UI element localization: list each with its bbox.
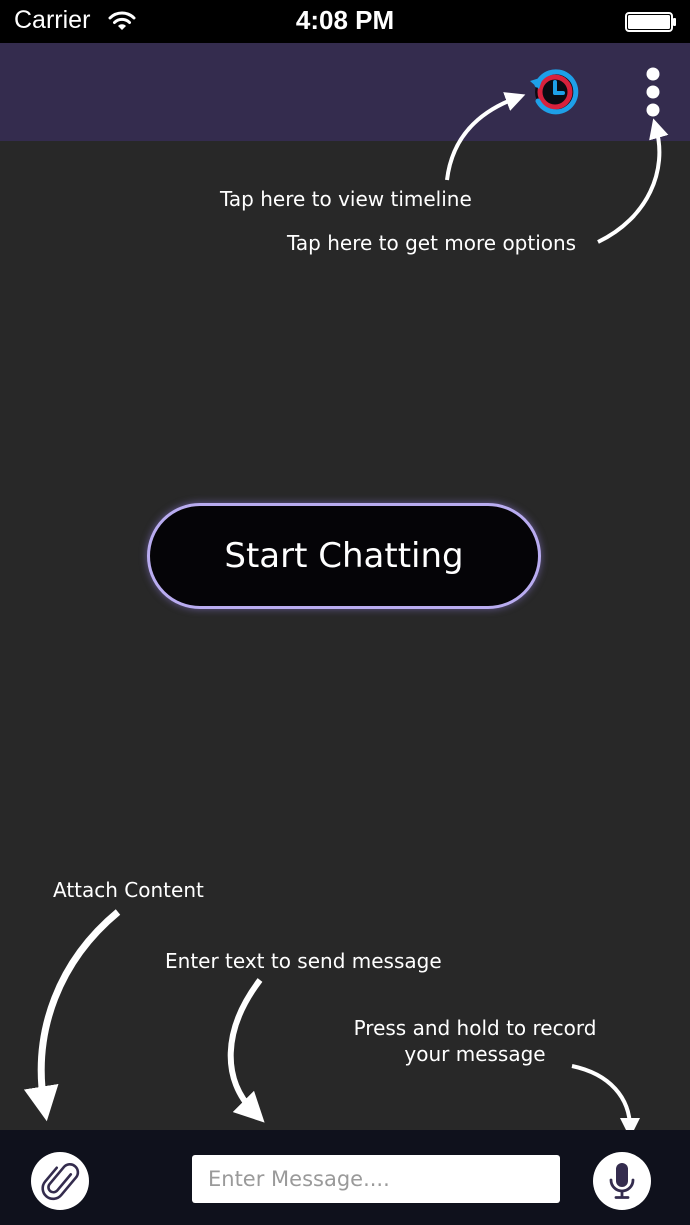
attach-hint: Attach Content <box>53 878 204 902</box>
status-bar: Carrier 4:08 PM <box>0 0 690 43</box>
attach-button[interactable] <box>31 1152 89 1210</box>
message-input[interactable] <box>192 1155 560 1203</box>
enter-message-hint: Enter text to send message <box>165 949 442 973</box>
enter-hint-arrow <box>227 978 265 1123</box>
more-options-hint: Tap here to get more options <box>287 231 577 255</box>
timeline-button[interactable] <box>526 63 584 121</box>
timeline-history-icon <box>530 69 579 115</box>
microphone-icon <box>609 1163 635 1199</box>
more-options-button[interactable] <box>636 63 670 121</box>
vertical-dots-icon <box>646 67 660 117</box>
app-header <box>0 43 690 141</box>
start-chatting-button[interactable]: Start Chatting <box>147 503 541 609</box>
record-hint: Press and hold to record your message <box>353 1016 597 1066</box>
start-chatting-label: Start Chatting <box>224 536 464 576</box>
screen: Carrier 4:08 PM Tap here to view timelin… <box>0 0 690 1225</box>
microphone-button[interactable] <box>593 1152 651 1210</box>
record-hint-arrow <box>571 1064 640 1138</box>
paperclip-icon <box>41 1163 80 1201</box>
timeline-hint: Tap here to view timeline <box>220 187 472 211</box>
battery-full-icon <box>625 12 676 32</box>
attach-hint-arrow <box>23 909 121 1122</box>
more-hint-arrow <box>597 118 669 244</box>
status-time: 4:08 PM <box>295 5 395 35</box>
message-composer-bar <box>0 1130 690 1225</box>
